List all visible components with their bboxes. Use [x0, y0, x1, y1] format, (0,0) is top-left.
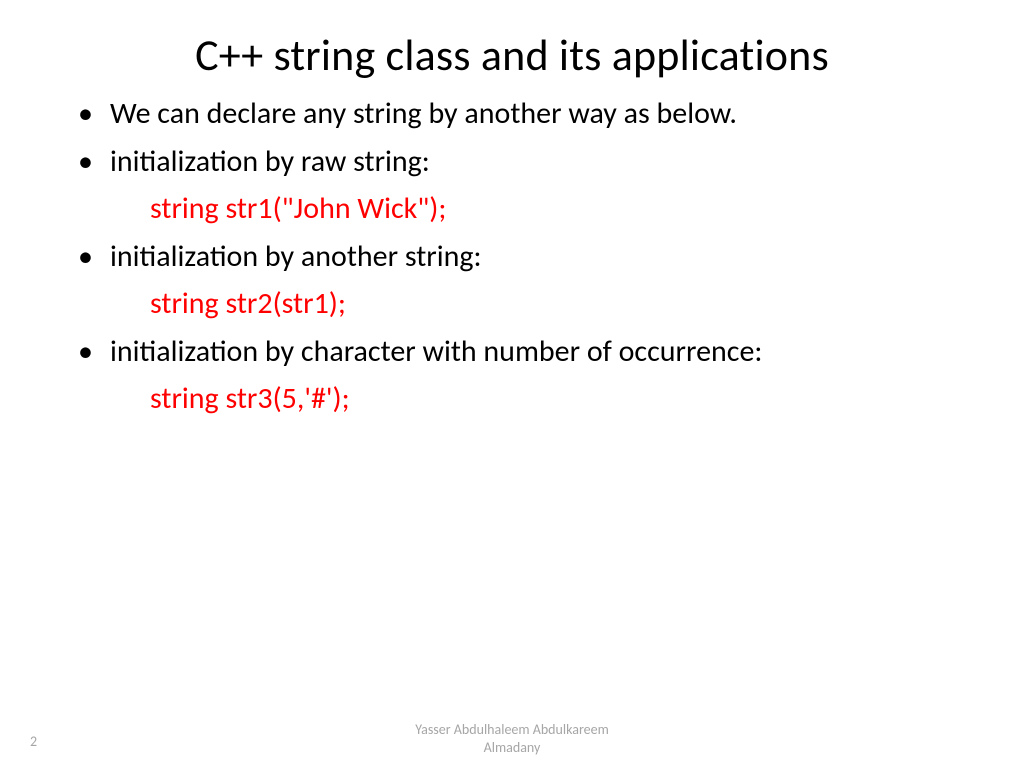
slide: C++ string class and its applications We… [0, 0, 1024, 768]
bullet-item: We can declare any string by another way… [70, 92, 954, 136]
bullet-item: initialization by raw string: [70, 140, 954, 184]
bullet-list: We can declare any string by another way… [70, 92, 954, 183]
author-line: Yasser Abdulhaleem Abdulkareem [0, 721, 1024, 739]
code-line: string str1("John Wick"); [70, 187, 954, 231]
slide-body: We can declare any string by another way… [70, 92, 954, 421]
bullet-item: initialization by another string: [70, 235, 954, 279]
bullet-list: initialization by another string: [70, 235, 954, 279]
slide-title: C++ string class and its applications [70, 28, 954, 82]
bullet-list: initialization by character with number … [70, 330, 954, 374]
code-line: string str2(str1); [70, 282, 954, 326]
code-line: string str3(5,'#'); [70, 377, 954, 421]
author-line: Almadany [0, 739, 1024, 757]
bullet-item: initialization by character with number … [70, 330, 954, 374]
footer-author: Yasser Abdulhaleem Abdulkareem Almadany [0, 721, 1024, 756]
